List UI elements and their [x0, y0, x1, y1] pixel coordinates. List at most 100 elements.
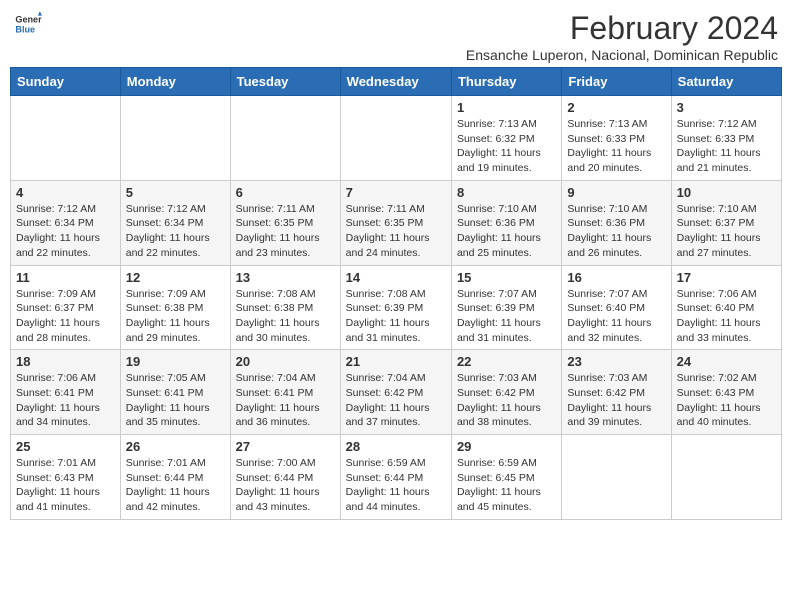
day-number: 11 [16, 270, 115, 285]
day-number: 21 [346, 354, 446, 369]
day-info: Sunrise: 7:12 AMSunset: 6:34 PMDaylight:… [16, 202, 115, 261]
day-number: 17 [677, 270, 776, 285]
day-info: Sunrise: 7:00 AMSunset: 6:44 PMDaylight:… [236, 456, 335, 515]
day-number: 5 [126, 185, 225, 200]
day-info: Sunrise: 7:11 AMSunset: 6:35 PMDaylight:… [346, 202, 446, 261]
day-number: 14 [346, 270, 446, 285]
calendar-week-row: 11 Sunrise: 7:09 AMSunset: 6:37 PMDayligh… [11, 265, 782, 350]
table-row: 6 Sunrise: 7:11 AMSunset: 6:35 PMDaylight… [230, 180, 340, 265]
day-number: 13 [236, 270, 335, 285]
day-info: Sunrise: 7:09 AMSunset: 6:38 PMDaylight:… [126, 287, 225, 346]
day-info: Sunrise: 7:10 AMSunset: 6:36 PMDaylight:… [567, 202, 665, 261]
svg-text:Blue: Blue [15, 24, 35, 34]
table-row: 15 Sunrise: 7:07 AMSunset: 6:39 PMDayligh… [451, 265, 561, 350]
calendar-week-row: 25 Sunrise: 7:01 AMSunset: 6:43 PMDayligh… [11, 435, 782, 520]
day-number: 26 [126, 439, 225, 454]
day-number: 25 [16, 439, 115, 454]
table-row: 11 Sunrise: 7:09 AMSunset: 6:37 PMDayligh… [11, 265, 121, 350]
day-info: Sunrise: 7:12 AMSunset: 6:34 PMDaylight:… [126, 202, 225, 261]
table-row [562, 435, 671, 520]
day-info: Sunrise: 6:59 AMSunset: 6:44 PMDaylight:… [346, 456, 446, 515]
day-info: Sunrise: 7:07 AMSunset: 6:39 PMDaylight:… [457, 287, 556, 346]
table-row: 1 Sunrise: 7:13 AMSunset: 6:32 PMDaylight… [451, 96, 561, 181]
day-number: 15 [457, 270, 556, 285]
table-row: 4 Sunrise: 7:12 AMSunset: 6:34 PMDaylight… [11, 180, 121, 265]
col-thursday: Thursday [451, 68, 561, 96]
col-friday: Friday [562, 68, 671, 96]
table-row: 24Sunrise: 7:02 AMSunset: 6:43 PMDayligh… [671, 350, 781, 435]
month-year: February 2024 [466, 10, 778, 47]
table-row: 12 Sunrise: 7:09 AMSunset: 6:38 PMDayligh… [120, 265, 230, 350]
table-row: 9 Sunrise: 7:10 AMSunset: 6:36 PMDaylight… [562, 180, 671, 265]
table-row [340, 96, 451, 181]
calendar-week-row: 4 Sunrise: 7:12 AMSunset: 6:34 PMDaylight… [11, 180, 782, 265]
day-number: 4 [16, 185, 115, 200]
table-row: 7 Sunrise: 7:11 AMSunset: 6:35 PMDaylight… [340, 180, 451, 265]
day-number: 8 [457, 185, 556, 200]
day-number: 19 [126, 354, 225, 369]
day-info: Sunrise: 7:04 AMSunset: 6:41 PMDaylight:… [236, 371, 335, 430]
table-row: 18Sunrise: 7:06 AMSunset: 6:41 PMDayligh… [11, 350, 121, 435]
logo: General Blue [14, 10, 42, 38]
day-info: Sunrise: 7:03 AMSunset: 6:42 PMDaylight:… [457, 371, 556, 430]
day-number: 3 [677, 100, 776, 115]
day-info: Sunrise: 7:06 AMSunset: 6:40 PMDaylight:… [677, 287, 776, 346]
col-wednesday: Wednesday [340, 68, 451, 96]
day-info: Sunrise: 7:01 AMSunset: 6:44 PMDaylight:… [126, 456, 225, 515]
day-number: 23 [567, 354, 665, 369]
table-row: 8 Sunrise: 7:10 AMSunset: 6:36 PMDaylight… [451, 180, 561, 265]
day-info: Sunrise: 7:07 AMSunset: 6:40 PMDaylight:… [567, 287, 665, 346]
day-number: 29 [457, 439, 556, 454]
day-info: Sunrise: 6:59 AMSunset: 6:45 PMDaylight:… [457, 456, 556, 515]
calendar-week-row: 18Sunrise: 7:06 AMSunset: 6:41 PMDayligh… [11, 350, 782, 435]
svg-text:General: General [15, 15, 42, 25]
table-row: 23 Sunrise: 7:03 AMSunset: 6:42 PMDayligh… [562, 350, 671, 435]
title-block: February 2024 Ensanche Luperon, Nacional… [466, 10, 778, 63]
table-row [230, 96, 340, 181]
day-number: 7 [346, 185, 446, 200]
day-number: 10 [677, 185, 776, 200]
col-monday: Monday [120, 68, 230, 96]
day-info: Sunrise: 7:08 AMSunset: 6:38 PMDaylight:… [236, 287, 335, 346]
calendar-week-row: 1 Sunrise: 7:13 AMSunset: 6:32 PMDaylight… [11, 96, 782, 181]
table-row: 29 Sunrise: 6:59 AMSunset: 6:45 PMDayligh… [451, 435, 561, 520]
day-number: 27 [236, 439, 335, 454]
day-info: Sunrise: 7:13 AMSunset: 6:32 PMDaylight:… [457, 117, 556, 176]
day-info: Sunrise: 7:11 AMSunset: 6:35 PMDaylight:… [236, 202, 335, 261]
table-row: 2 Sunrise: 7:13 AMSunset: 6:33 PMDaylight… [562, 96, 671, 181]
logo-icon: General Blue [14, 10, 42, 38]
table-row [120, 96, 230, 181]
day-info: Sunrise: 7:09 AMSunset: 6:37 PMDaylight:… [16, 287, 115, 346]
day-info: Sunrise: 7:12 AMSunset: 6:33 PMDaylight:… [677, 117, 776, 176]
day-number: 28 [346, 439, 446, 454]
day-info: Sunrise: 7:04 AMSunset: 6:42 PMDaylight:… [346, 371, 446, 430]
table-row: 5 Sunrise: 7:12 AMSunset: 6:34 PMDaylight… [120, 180, 230, 265]
location: Ensanche Luperon, Nacional, Dominican Re… [466, 47, 778, 63]
day-number: 6 [236, 185, 335, 200]
calendar-table: Sunday Monday Tuesday Wednesday Thursday… [10, 67, 782, 520]
table-row: 20Sunrise: 7:04 AMSunset: 6:41 PMDayligh… [230, 350, 340, 435]
day-number: 24 [677, 354, 776, 369]
day-number: 12 [126, 270, 225, 285]
page-header: General Blue February 2024 Ensanche Lupe… [10, 10, 782, 63]
day-info: Sunrise: 7:05 AMSunset: 6:41 PMDaylight:… [126, 371, 225, 430]
table-row [671, 435, 781, 520]
day-info: Sunrise: 7:10 AMSunset: 6:36 PMDaylight:… [457, 202, 556, 261]
table-row: 10 Sunrise: 7:10 AMSunset: 6:37 PMDayligh… [671, 180, 781, 265]
day-number: 2 [567, 100, 665, 115]
day-number: 1 [457, 100, 556, 115]
day-info: Sunrise: 7:01 AMSunset: 6:43 PMDaylight:… [16, 456, 115, 515]
table-row: 27 Sunrise: 7:00 AMSunset: 6:44 PMDayligh… [230, 435, 340, 520]
day-info: Sunrise: 7:10 AMSunset: 6:37 PMDaylight:… [677, 202, 776, 261]
table-row: 26 Sunrise: 7:01 AMSunset: 6:44 PMDayligh… [120, 435, 230, 520]
day-info: Sunrise: 7:03 AMSunset: 6:42 PMDaylight:… [567, 371, 665, 430]
table-row: 17 Sunrise: 7:06 AMSunset: 6:40 PMDayligh… [671, 265, 781, 350]
day-info: Sunrise: 7:13 AMSunset: 6:33 PMDaylight:… [567, 117, 665, 176]
day-number: 18 [16, 354, 115, 369]
table-row: 14Sunrise: 7:08 AMSunset: 6:39 PMDayligh… [340, 265, 451, 350]
calendar-header-row: Sunday Monday Tuesday Wednesday Thursday… [11, 68, 782, 96]
day-number: 9 [567, 185, 665, 200]
table-row: 19 Sunrise: 7:05 AMSunset: 6:41 PMDayligh… [120, 350, 230, 435]
table-row: 3 Sunrise: 7:12 AMSunset: 6:33 PMDaylight… [671, 96, 781, 181]
col-sunday: Sunday [11, 68, 121, 96]
